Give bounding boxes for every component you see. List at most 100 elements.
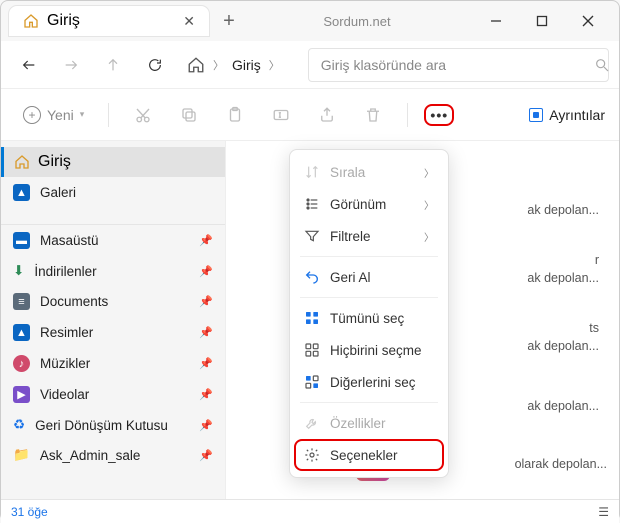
separator [407, 103, 408, 127]
menu-undo[interactable]: Geri Al [294, 261, 444, 293]
music-icon: ♪ [13, 355, 30, 372]
sidebar-item-home[interactable]: Giriş [1, 147, 225, 177]
new-label: Yeni [47, 107, 74, 123]
delete-button[interactable] [355, 97, 391, 133]
content-text: r [595, 253, 599, 267]
minimize-button[interactable] [473, 1, 519, 41]
command-bar: + Yeni ▾ ••• Ayrıntılar [1, 89, 619, 141]
sidebar-label: İndirilenler [34, 264, 96, 279]
select-all-icon [304, 310, 320, 326]
close-button[interactable] [565, 1, 611, 41]
pin-icon: 📌 [199, 234, 213, 247]
share-button[interactable] [309, 97, 345, 133]
browser-tab[interactable]: Giriş ✕ [9, 6, 209, 36]
pin-icon: 📌 [199, 419, 213, 432]
details-icon [529, 108, 543, 122]
menu-select-invert[interactable]: Diğerlerini seç [294, 366, 444, 398]
sidebar-label: Videolar [40, 387, 89, 402]
sidebar-item-documents[interactable]: ≡ Documents 📌 [1, 286, 225, 317]
new-tab-button[interactable]: + [209, 10, 249, 33]
menu-options[interactable]: Seçenekler [294, 439, 444, 471]
search-input[interactable]: Giriş klasöründe ara [308, 48, 609, 82]
sidebar-item-recyclebin[interactable]: ♻ Geri Dönüşüm Kutusu 📌 [1, 410, 225, 440]
recycle-icon: ♻ [13, 417, 25, 433]
sidebar-label: Ask_Admin_sale [40, 448, 141, 463]
cut-button[interactable] [125, 97, 161, 133]
details-view-button[interactable]: Ayrıntılar [529, 107, 605, 123]
download-icon: ⬇ [13, 263, 24, 279]
menu-filter[interactable]: Filtrele 〉 [294, 220, 444, 252]
sidebar-item-folder[interactable]: 📁 Ask_Admin_sale 📌 [1, 440, 225, 470]
content-text: ak depolan... [527, 271, 599, 285]
search-icon [594, 57, 610, 73]
search-placeholder: Giriş klasöründe ara [321, 57, 446, 73]
content-text: ak depolan... [527, 203, 599, 217]
copy-button[interactable] [171, 97, 207, 133]
sidebar-item-videos[interactable]: ▶ Videolar 📌 [1, 379, 225, 410]
maximize-button[interactable] [519, 1, 565, 41]
up-button[interactable] [95, 47, 131, 83]
status-bar: 31 öğe ☰ [1, 499, 619, 523]
sort-icon [304, 164, 320, 180]
home-icon [187, 56, 205, 74]
menu-select-none[interactable]: Hiçbirini seçme [294, 334, 444, 366]
separator [300, 297, 438, 298]
undo-icon [304, 269, 320, 285]
back-button[interactable] [11, 47, 47, 83]
separator [108, 103, 109, 127]
tab-title: Giriş [47, 12, 80, 30]
sidebar-label: Documents [40, 294, 108, 309]
chevron-right-icon: 〉 [424, 229, 434, 244]
menu-select-all[interactable]: Tümünü seç [294, 302, 444, 334]
paste-button[interactable] [217, 97, 253, 133]
content-text: olarak depolan... [515, 457, 607, 471]
view-icon [304, 196, 320, 212]
sidebar-item-downloads[interactable]: ⬇ İndirilenler 📌 [1, 256, 225, 286]
chevron-right-icon: 〉 [269, 57, 280, 73]
desktop-icon: ▬ [13, 232, 30, 249]
chevron-right-icon: 〉 [424, 197, 434, 212]
select-none-icon [304, 342, 320, 358]
videos-icon: ▶ [13, 386, 30, 403]
filter-icon [304, 228, 320, 244]
separator [300, 402, 438, 403]
chevron-down-icon: ▾ [80, 109, 85, 120]
breadcrumb-item[interactable]: Giriş [232, 57, 261, 73]
menu-label: Geri Al [330, 270, 371, 285]
sidebar-item-desktop[interactable]: ▬ Masaüstü 📌 [1, 225, 225, 256]
menu-properties: Özellikler [294, 407, 444, 439]
menu-label: Özellikler [330, 416, 386, 431]
sidebar-item-gallery[interactable]: ▲ Galeri [1, 177, 225, 208]
sidebar-item-music[interactable]: ♪ Müzikler 📌 [1, 348, 225, 379]
sidebar-label: Giriş [38, 153, 71, 171]
new-button[interactable]: + Yeni ▾ [15, 102, 92, 128]
item-count: 31 öğe [11, 505, 48, 519]
close-tab-icon[interactable]: ✕ [183, 13, 195, 30]
ellipsis-icon: ••• [424, 104, 454, 126]
menu-label: Tümünü seç [330, 311, 404, 326]
content-text: ak depolan... [527, 399, 599, 413]
menu-label: Sırala [330, 165, 365, 180]
breadcrumb[interactable]: 〉 Giriş 〉 [179, 56, 288, 74]
menu-label: Görünüm [330, 197, 386, 212]
home-icon [23, 13, 39, 29]
separator [300, 256, 438, 257]
refresh-button[interactable] [137, 47, 173, 83]
titlebar: Giriş ✕ + Sordum.net [1, 1, 619, 41]
pin-icon: 📌 [199, 295, 213, 308]
menu-label: Seçenekler [330, 448, 398, 463]
forward-button[interactable] [53, 47, 89, 83]
content-text: ak depolan... [527, 339, 599, 353]
plus-icon: + [23, 106, 41, 124]
more-button[interactable]: ••• [424, 104, 454, 126]
sidebar-label: Resimler [40, 325, 93, 340]
sidebar-label: Müzikler [40, 356, 90, 371]
sidebar-item-pictures[interactable]: ▲ Resimler 📌 [1, 317, 225, 348]
menu-label: Filtrele [330, 229, 371, 244]
folder-icon: 📁 [13, 447, 30, 463]
menu-view[interactable]: Görünüm 〉 [294, 188, 444, 220]
rename-button[interactable] [263, 97, 299, 133]
pin-icon: 📌 [199, 449, 213, 462]
view-mode-icon[interactable]: ☰ [598, 505, 609, 519]
pin-icon: 📌 [199, 265, 213, 278]
